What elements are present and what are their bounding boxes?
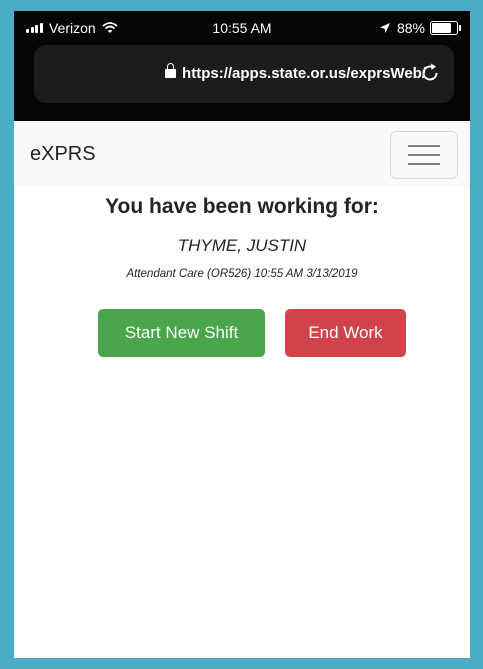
- location-arrow-icon: [379, 23, 390, 33]
- battery-fill: [432, 23, 452, 33]
- reload-icon[interactable]: [418, 61, 442, 85]
- battery-percent: 88%: [396, 20, 425, 36]
- brand-logo[interactable]: eXPRS: [30, 143, 96, 166]
- start-new-shift-button[interactable]: Start New Shift: [98, 309, 265, 357]
- ios-status-bar: Verizon 10:55 AM 88% https://apps.state.…: [14, 11, 470, 121]
- url-text: https://apps.state.or.us/exprsWeb/: [182, 65, 426, 82]
- end-work-button[interactable]: End Work: [285, 309, 406, 357]
- lock-icon: [165, 63, 177, 78]
- status-right: 88%: [379, 20, 461, 36]
- page-heading: You have been working for:: [105, 195, 379, 218]
- menu-toggle-button[interactable]: [390, 131, 458, 179]
- phone-screen: Verizon 10:55 AM 88% https://apps.state.…: [14, 11, 470, 658]
- service-details: Attendant Care (OR526) 10:55 AM 3/13/201…: [126, 268, 358, 280]
- navbar: eXPRS: [14, 121, 470, 187]
- url-display[interactable]: https://apps.state.or.us/exprsWeb/: [34, 63, 426, 82]
- hamburger-icon: [408, 145, 440, 147]
- battery-icon: [430, 21, 461, 35]
- client-name: THYME, JUSTIN: [177, 236, 307, 255]
- address-bar[interactable]: https://apps.state.or.us/exprsWeb/: [34, 45, 454, 103]
